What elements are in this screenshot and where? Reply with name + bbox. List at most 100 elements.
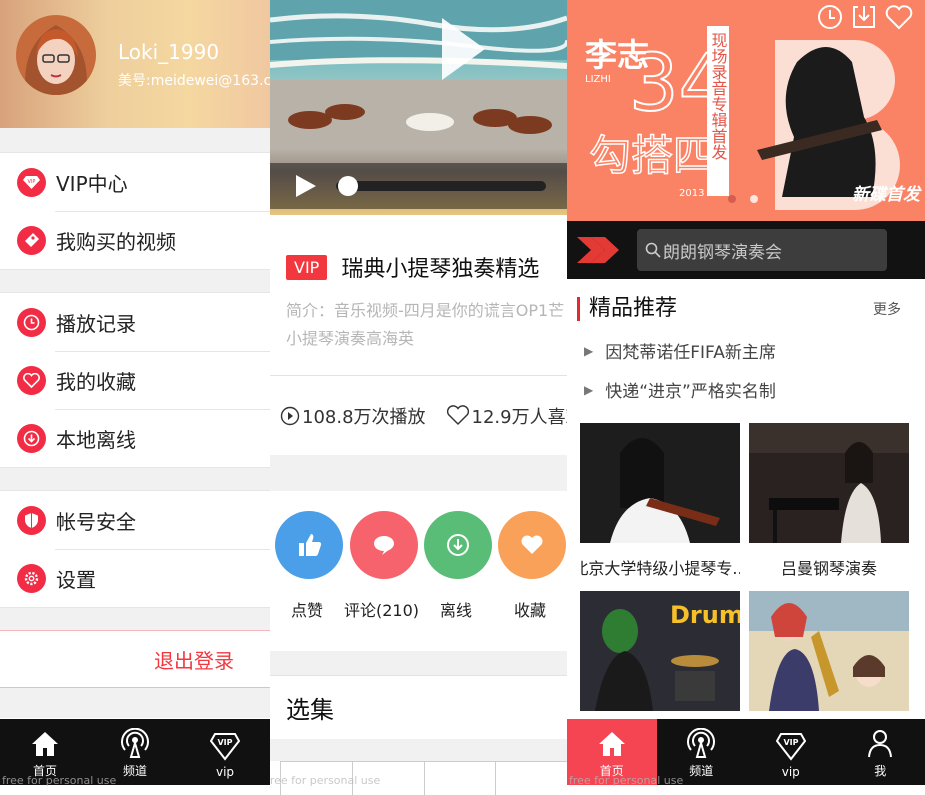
video-thumbnail: Drum bbox=[580, 591, 740, 711]
action-label: 收藏 bbox=[513, 601, 546, 620]
home-icon bbox=[32, 732, 58, 756]
section-title: 精品推荐 bbox=[577, 297, 677, 321]
more-link[interactable]: 更多 bbox=[873, 299, 901, 319]
watermark: free for personal use bbox=[2, 774, 117, 787]
like-button[interactable]: 点赞 bbox=[270, 511, 344, 651]
menu-group-vip: VIP VIP中心 我购买的视频 bbox=[0, 152, 270, 270]
progress-handle[interactable] bbox=[338, 176, 358, 196]
nav-me[interactable]: 我 bbox=[836, 719, 925, 785]
action-row: 点赞 评论(210) 离线 收藏 bbox=[270, 491, 567, 651]
download-icon bbox=[17, 423, 46, 453]
menu-item-favorites[interactable]: 我的收藏 bbox=[0, 351, 270, 409]
triangle-icon: ▶ bbox=[584, 382, 594, 397]
nav-label: vip bbox=[781, 765, 800, 779]
new-release-label: 新碟首发 bbox=[852, 185, 922, 205]
menu-label: 我购买的视频 bbox=[56, 229, 176, 254]
home-screen: 李志 LIZHI 34 勾搭四 2013 现场录音专辑首发 新碟首发 朗朗钢琴演… bbox=[567, 0, 925, 795]
menu-item-settings[interactable]: 设置 bbox=[0, 549, 270, 607]
progress-bar[interactable] bbox=[336, 176, 546, 196]
menu-item-play-history[interactable]: 播放记录 bbox=[0, 293, 270, 351]
album-banner[interactable]: 李志 LIZHI 34 勾搭四 2013 现场录音专辑首发 新碟首发 bbox=[567, 0, 925, 221]
menu-item-purchased-videos[interactable]: 我购买的视频 bbox=[0, 211, 270, 269]
like-count: 12.9万人喜欢 bbox=[446, 403, 567, 429]
person-icon bbox=[868, 730, 893, 758]
watermark: free for personal use bbox=[569, 774, 684, 787]
search-bar: 朗朗钢琴演奏会 bbox=[567, 221, 925, 279]
action-label: 评论(210) bbox=[343, 601, 420, 620]
like-count-text: 12.9万人喜欢 bbox=[471, 406, 567, 428]
video-card[interactable] bbox=[749, 591, 909, 711]
menu-label: 设置 bbox=[56, 567, 96, 592]
vip-tag: VIP bbox=[286, 254, 328, 280]
menu-group-account: 帐号安全 设置 bbox=[0, 490, 270, 608]
episodes-title: 选集 bbox=[270, 675, 567, 739]
episode-button[interactable]: 4 bbox=[495, 761, 567, 795]
album-title: 勾搭四 bbox=[589, 131, 715, 180]
news-text: 快递“进京”严格实名制 bbox=[605, 382, 776, 402]
menu-item-account-security[interactable]: 帐号安全 bbox=[0, 491, 270, 549]
logout-button[interactable]: 退出登录 bbox=[0, 630, 270, 688]
menu-label: 本地离线 bbox=[56, 427, 136, 452]
video-controls bbox=[270, 163, 567, 209]
news-item[interactable]: ▶ 因梵蒂诺任FIFA新主席 bbox=[584, 331, 925, 370]
nav-vip[interactable]: VIP vip bbox=[180, 719, 270, 785]
video-thumbnail bbox=[749, 591, 909, 711]
menu-label: VIP中心 bbox=[56, 171, 128, 196]
video-card[interactable]: 吕曼钢琴演奏 bbox=[749, 423, 909, 591]
album-year: 2013 bbox=[679, 188, 704, 199]
video-detail-screen: VIP 瑞典小提琴独奏精选 简介：音乐视频-四月是你的谎言OP1芒 小提琴演奏高… bbox=[270, 0, 567, 795]
profile-menu-screen: Loki_1990 美号:meidewei@163.c VIP VIP中心 我购… bbox=[0, 0, 270, 795]
recommend-header: 精品推荐 更多 bbox=[567, 279, 925, 321]
video-thumbnail bbox=[580, 423, 740, 543]
video-intro: 简介：音乐视频-四月是你的谎言OP1芒 小提琴演奏高海英 bbox=[286, 301, 565, 348]
clock-icon[interactable] bbox=[817, 4, 843, 30]
heart-icon[interactable] bbox=[885, 4, 913, 30]
vip-diamond-icon: VIP bbox=[17, 167, 46, 197]
comment-icon bbox=[349, 511, 418, 579]
broadcast-icon bbox=[121, 728, 149, 758]
triangle-icon: ▶ bbox=[584, 343, 594, 358]
download-icon[interactable] bbox=[851, 4, 877, 30]
watermark: free for personal use bbox=[270, 774, 381, 787]
download-icon bbox=[424, 511, 492, 579]
app-logo-icon[interactable] bbox=[575, 233, 621, 267]
nav-label: 频道 bbox=[689, 764, 714, 778]
menu-label: 我的收藏 bbox=[56, 369, 136, 394]
menu-item-local-offline[interactable]: 本地离线 bbox=[0, 409, 270, 467]
profile-header: Loki_1990 美号:meidewei@163.c bbox=[0, 0, 270, 128]
episode-button[interactable]: 3 bbox=[423, 761, 496, 795]
album-art: 李志 LIZHI 34 勾搭四 2013 现场录音专辑首发 新碟首发 bbox=[567, 0, 925, 221]
video-title: 瑞典小提琴独奏精选 bbox=[341, 257, 540, 282]
menu-label: 播放记录 bbox=[56, 311, 136, 336]
video-player[interactable] bbox=[270, 0, 567, 215]
play-icon[interactable] bbox=[292, 173, 318, 199]
svg-text:VIP: VIP bbox=[783, 738, 798, 747]
banner-actions bbox=[817, 4, 913, 30]
video-title-row: VIP 瑞典小提琴独奏精选 bbox=[270, 215, 567, 283]
nav-vip[interactable]: VIP vip bbox=[746, 719, 836, 785]
search-input[interactable]: 朗朗钢琴演奏会 bbox=[637, 229, 887, 271]
broadcast-icon bbox=[687, 728, 716, 758]
offline-button[interactable]: 离线 bbox=[419, 511, 493, 651]
action-label: 点赞 bbox=[290, 601, 323, 620]
news-item[interactable]: ▶ 快递“进京”严格实名制 bbox=[584, 370, 925, 409]
comment-button[interactable]: 评论(210) bbox=[344, 511, 419, 651]
video-card[interactable]: Drum bbox=[580, 591, 740, 711]
artist-pinyin: LIZHI bbox=[585, 74, 611, 85]
user-email: 美号:meidewei@163.c bbox=[118, 73, 270, 89]
video-caption: 北京大学特级小提琴专... bbox=[580, 559, 740, 578]
shield-icon bbox=[17, 505, 46, 535]
video-thumbnail bbox=[749, 423, 909, 543]
menu-label: 帐号安全 bbox=[56, 509, 136, 534]
vip-diamond-icon: VIP bbox=[210, 733, 240, 761]
avatar[interactable] bbox=[16, 15, 96, 95]
video-card[interactable]: 北京大学特级小提琴专... bbox=[580, 423, 740, 591]
action-label: 离线 bbox=[440, 601, 473, 620]
gear-icon bbox=[17, 563, 46, 593]
thumbs-up-icon bbox=[274, 511, 343, 579]
search-placeholder: 朗朗钢琴演奏会 bbox=[663, 242, 782, 263]
nav-label: vip bbox=[215, 765, 235, 779]
menu-item-vip-center[interactable]: VIP VIP中心 bbox=[0, 153, 270, 211]
favorite-button[interactable]: 收藏 bbox=[493, 511, 567, 651]
album-tagline: 现场录音专辑首发 bbox=[709, 32, 728, 160]
